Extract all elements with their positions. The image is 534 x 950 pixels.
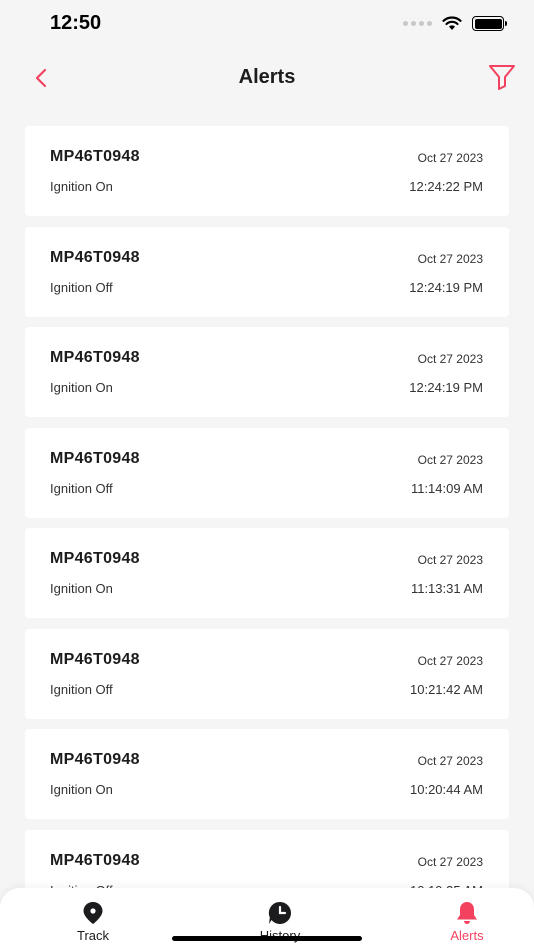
vehicle-plate: MP46T0948 bbox=[50, 449, 140, 467]
alert-time: 10:21:42 AM bbox=[410, 681, 483, 697]
vehicle-plate: MP46T0948 bbox=[50, 550, 140, 567]
alert-time: 11:14:09 AM bbox=[410, 480, 483, 496]
alert-time: 12:24:19 PM bbox=[409, 279, 483, 295]
vehicle-plate: MP46T0948 bbox=[50, 148, 140, 165]
alert-date: Oct 27 2023 bbox=[417, 754, 483, 768]
alert-time: 10:20:44 AM bbox=[410, 782, 483, 797]
alert-date: Oct 27 2023 bbox=[417, 653, 483, 668]
status-bar: 12:50 bbox=[0, 0, 534, 50]
vehicle-plate: MP46T0948 bbox=[50, 349, 140, 366]
wifi-icon bbox=[442, 16, 462, 30]
alert-date: Oct 27 2023 bbox=[417, 352, 483, 366]
cellular-signal-icon bbox=[403, 21, 432, 26]
tab-alerts[interactable]: Alerts bbox=[422, 900, 512, 943]
bottom-tab-bar: Track History Alerts bbox=[0, 888, 534, 950]
alert-event: Ignition Off bbox=[50, 480, 113, 496]
alert-card[interactable]: MP46T0948 Oct 27 2023 Ignition Off 11:14… bbox=[25, 427, 509, 518]
alert-event: Ignition On bbox=[50, 179, 113, 194]
alert-time: 11:13:31 AM bbox=[410, 581, 483, 596]
alert-event: Ignition Off bbox=[50, 279, 113, 295]
alert-date: Oct 27 2023 bbox=[417, 854, 483, 869]
alerts-list: MP46T0948 Oct 27 2023 Ignition On 12:24:… bbox=[25, 126, 509, 930]
home-indicator bbox=[172, 936, 362, 941]
status-indicators bbox=[403, 16, 507, 31]
alert-event: Ignition On bbox=[50, 581, 113, 596]
page-title: Alerts bbox=[238, 66, 296, 88]
alert-card[interactable]: MP46T0948 Oct 27 2023 Ignition On 11:13:… bbox=[25, 528, 509, 618]
nav-header: Alerts bbox=[0, 56, 534, 100]
alert-card[interactable]: MP46T0948 Oct 27 2023 Ignition On 12:24:… bbox=[25, 126, 509, 216]
vehicle-plate: MP46T0948 bbox=[50, 851, 140, 869]
alert-card[interactable]: MP46T0948 Oct 27 2023 Ignition On 12:24:… bbox=[25, 327, 509, 417]
alert-time: 12:24:19 PM bbox=[409, 380, 483, 395]
tab-label: Alerts bbox=[450, 928, 484, 943]
alert-date: Oct 27 2023 bbox=[417, 251, 483, 266]
tab-label: Track bbox=[76, 928, 110, 943]
vehicle-plate: MP46T0948 bbox=[50, 751, 140, 768]
vehicle-plate: MP46T0948 bbox=[50, 650, 140, 668]
tab-track[interactable]: Track bbox=[48, 900, 138, 943]
map-pin-icon bbox=[83, 902, 103, 924]
alert-card[interactable]: MP46T0948 Oct 27 2023 Ignition Off 12:24… bbox=[25, 226, 509, 317]
bell-icon bbox=[457, 902, 477, 924]
alert-date: Oct 27 2023 bbox=[417, 452, 483, 467]
alert-time: 12:24:22 PM bbox=[409, 179, 483, 194]
clock-icon bbox=[268, 901, 291, 924]
vehicle-plate: MP46T0948 bbox=[50, 248, 140, 266]
alert-event: Ignition On bbox=[50, 380, 113, 395]
alert-date: Oct 27 2023 bbox=[417, 151, 483, 165]
alert-card[interactable]: MP46T0948 Oct 27 2023 Ignition Off 10:21… bbox=[25, 628, 509, 719]
battery-icon bbox=[472, 16, 507, 31]
alert-date: Oct 27 2023 bbox=[417, 553, 483, 567]
alert-card[interactable]: MP46T0948 Oct 27 2023 Ignition On 10:20:… bbox=[25, 729, 509, 819]
status-time: 12:50 bbox=[50, 12, 102, 34]
alert-event: Ignition Off bbox=[50, 681, 113, 697]
alert-event: Ignition On bbox=[50, 782, 113, 797]
filter-button[interactable] bbox=[488, 64, 516, 90]
